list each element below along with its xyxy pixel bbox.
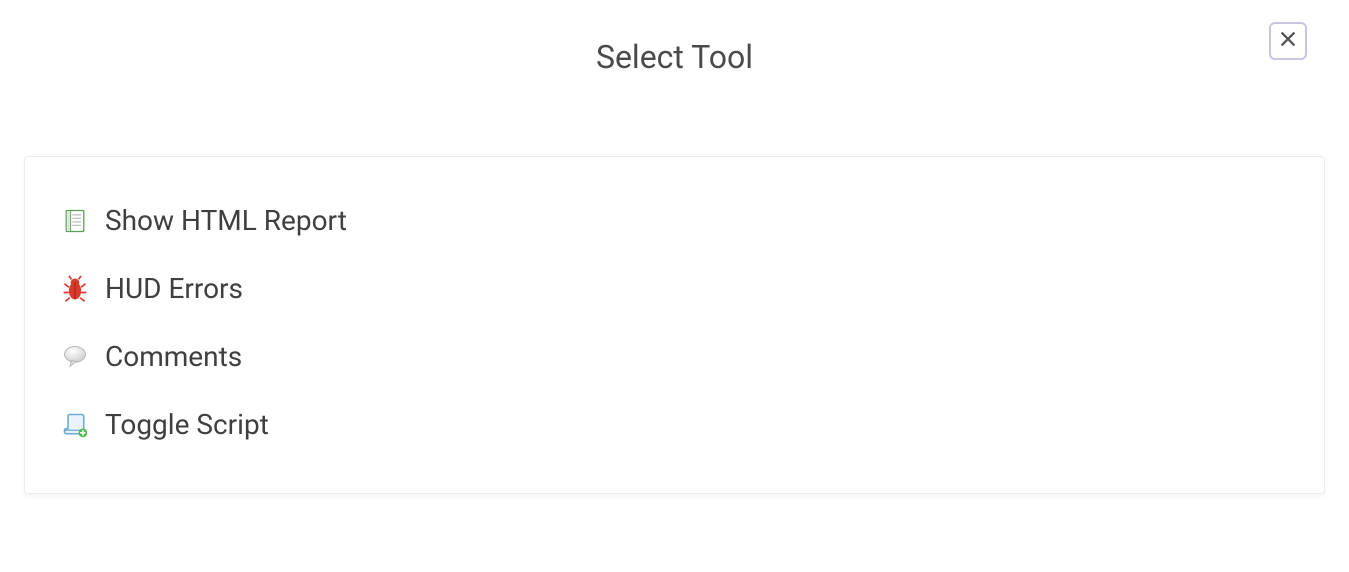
close-button[interactable] xyxy=(1269,22,1307,60)
tool-list-panel: Show HTML Report HUD Errors xyxy=(24,156,1325,494)
tool-item-show-html-report[interactable]: Show HTML Report xyxy=(59,187,1290,255)
bug-icon xyxy=(59,273,91,305)
tool-item-label: Comments xyxy=(105,343,242,371)
tool-item-toggle-script[interactable]: Toggle Script xyxy=(59,391,1290,459)
dialog-title: Select Tool xyxy=(0,0,1349,96)
comment-icon xyxy=(59,341,91,373)
select-tool-dialog: Select Tool Show HTML Report xyxy=(0,0,1349,494)
script-icon xyxy=(59,409,91,441)
tool-item-label: Toggle Script xyxy=(105,411,269,439)
close-icon xyxy=(1277,28,1299,54)
tool-item-label: HUD Errors xyxy=(105,275,243,303)
tool-item-hud-errors[interactable]: HUD Errors xyxy=(59,255,1290,323)
tool-item-label: Show HTML Report xyxy=(105,207,347,235)
notepad-icon xyxy=(59,205,91,237)
tool-item-comments[interactable]: Comments xyxy=(59,323,1290,391)
